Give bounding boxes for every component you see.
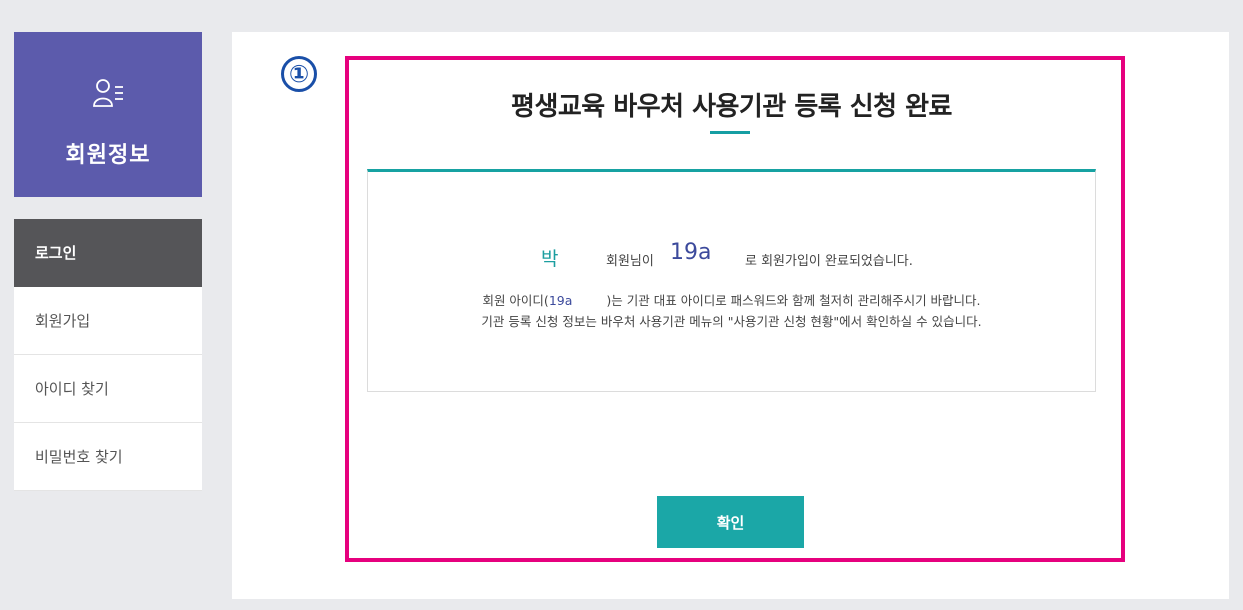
sidebar-item-find-password[interactable]: 비밀번호 찾기 [14,423,202,491]
member-info-header: 회원정보 [14,32,202,197]
signup-complete-text: 로 회원가입이 완료되었습니다. [745,254,913,269]
page-title: 평생교육 바우처 사용기관 등록 신청 완료 [511,92,952,122]
sidebar-item-signup[interactable]: 회원가입 [14,287,202,355]
message-box: 박 회원님이 19a 로 회원가입이 완료되었습니다. 회원 아이디(19a)는… [367,169,1096,392]
id-notice-id: 19a [548,293,573,308]
id-notice-prefix: 회원 아이디( [482,293,549,308]
step-marker: ① [281,56,317,92]
id-notice-suffix: )는 기관 대표 아이디로 패스워드와 함께 철저히 관리해주시기 바랍니다. [606,293,981,308]
completion-message: 박 회원님이 19a 로 회원가입이 완료되었습니다. [368,240,1095,270]
title-underline [710,131,750,134]
sidebar-item-find-id[interactable]: 아이디 찾기 [14,355,202,423]
id-notice: 회원 아이디(19a )는 기관 대표 아이디로 패스워드와 함께 철저히 관리해… [368,290,1095,309]
member-text: 회원님이 [606,254,654,269]
member-name: 박 [541,248,559,270]
sidebar-item-login[interactable]: 로그인 [14,219,202,287]
member-info-icon [93,79,123,107]
sidebar-title: 회원정보 [65,143,151,168]
member-id: 19a [670,240,712,265]
confirm-button[interactable]: 확인 [657,496,804,548]
status-notice: 기관 등록 신청 정보는 바우처 사용기관 메뉴의 "사용기관 신청 현황"에서… [481,314,982,329]
sidebar-menu: 로그인 회원가입 아이디 찾기 비밀번호 찾기 [14,219,202,491]
